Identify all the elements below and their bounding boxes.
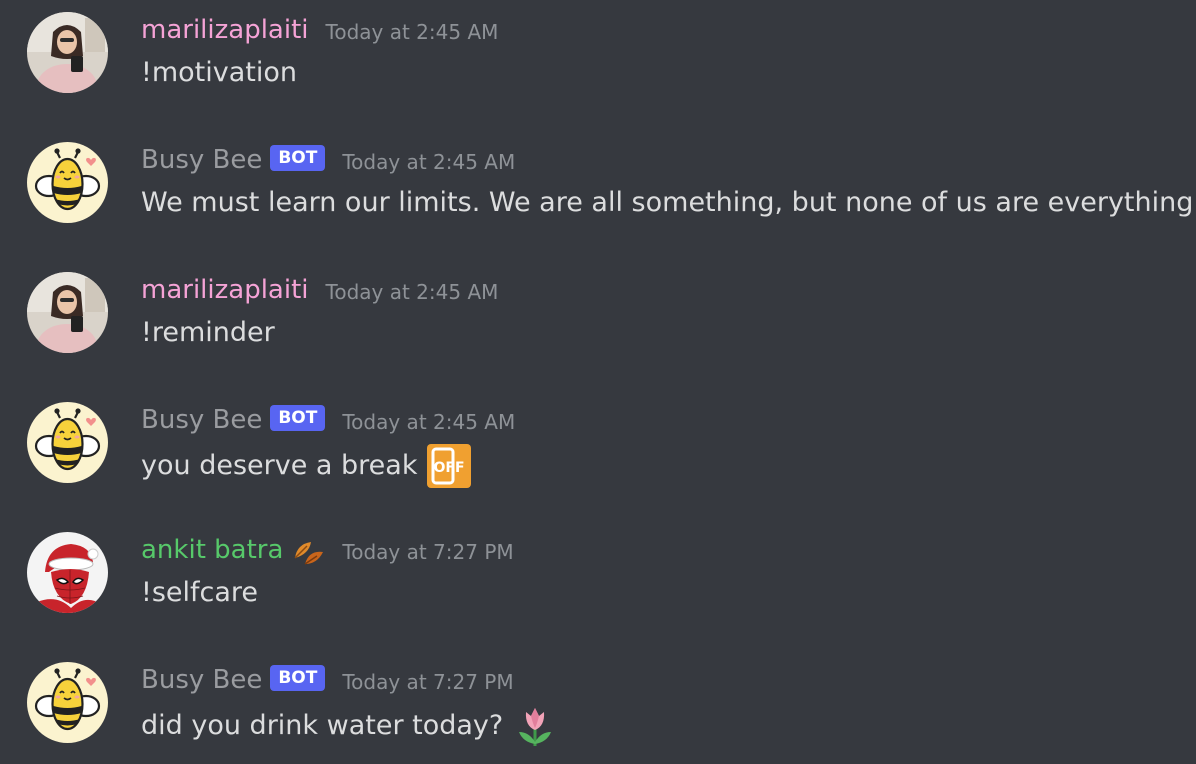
message-text: did you drink water today? [141, 710, 504, 741]
timestamp[interactable]: Today at 7:27 PM [342, 534, 513, 570]
woman-selfie-avatar[interactable] [27, 272, 108, 353]
message-content: did you drink water today? [141, 704, 557, 748]
message-content: !motivation [141, 54, 297, 92]
username[interactable]: Busy Bee [141, 662, 262, 698]
username[interactable]: ankit batra [141, 532, 283, 568]
phone-off-label: OFF [434, 460, 465, 476]
timestamp[interactable]: Today at 2:45 AM [326, 274, 499, 310]
message-header: marilizaplaiti Today at 2:45 AM [141, 12, 498, 48]
bee-avatar[interactable] [27, 662, 108, 743]
username[interactable]: Busy Bee [141, 402, 262, 438]
bot-badge: BOT [270, 405, 326, 431]
message-content: !selfcare [141, 574, 258, 612]
message-header: marilizaplaiti Today at 2:45 AM [141, 272, 498, 308]
message-header: Busy Bee BOT Today at 7:27 PM [141, 662, 514, 698]
message-content: !reminder [141, 314, 275, 352]
bot-badge: BOT [270, 665, 326, 691]
message-text: !selfcare [141, 577, 259, 608]
phone-off-icon[interactable]: OFF [427, 444, 472, 488]
bee-avatar[interactable] [27, 142, 108, 223]
message-text: We must learn our limits. We are all som… [141, 187, 1196, 218]
spiderman-santa-avatar[interactable] [27, 532, 108, 613]
message-header: ankit batra Today at 7:27 PM [141, 532, 514, 568]
message-text: !motivation [141, 57, 297, 88]
message-header: Busy Bee BOT Today at 2:45 AM [141, 402, 515, 438]
tulip-icon[interactable] [513, 704, 557, 748]
message-text: !reminder [141, 317, 275, 348]
bee-avatar[interactable] [27, 402, 108, 483]
timestamp[interactable]: Today at 2:45 AM [342, 404, 515, 440]
message-content: you deserve a break OFF [141, 444, 472, 488]
falling-leaf-icon [291, 534, 325, 568]
message-item: Busy Bee BOT Today at 2:45 AM We must le… [0, 130, 1196, 230]
message-header: Busy Bee BOT Today at 2:45 AM [141, 142, 515, 178]
message-item: ankit batra Today at 7:27 PM !selfcare [0, 520, 1196, 620]
timestamp[interactable]: Today at 2:45 AM [342, 144, 515, 180]
message-content: We must learn our limits. We are all som… [141, 184, 1196, 222]
woman-selfie-avatar[interactable] [27, 12, 108, 93]
username[interactable]: Busy Bee [141, 142, 262, 178]
bot-badge: BOT [270, 145, 326, 171]
message-text: you deserve a break [141, 450, 418, 481]
timestamp[interactable]: Today at 2:45 AM [326, 14, 499, 50]
username[interactable]: marilizaplaiti [141, 12, 309, 48]
message-item: marilizaplaiti Today at 2:45 AM !motivat… [0, 0, 1196, 100]
message-item: Busy Bee BOT Today at 7:27 PM did you dr… [0, 650, 1196, 750]
username[interactable]: marilizaplaiti [141, 272, 309, 308]
message-item: marilizaplaiti Today at 2:45 AM !reminde… [0, 260, 1196, 360]
message-item: Busy Bee BOT Today at 2:45 AM you deserv… [0, 390, 1196, 490]
timestamp[interactable]: Today at 7:27 PM [342, 664, 513, 700]
